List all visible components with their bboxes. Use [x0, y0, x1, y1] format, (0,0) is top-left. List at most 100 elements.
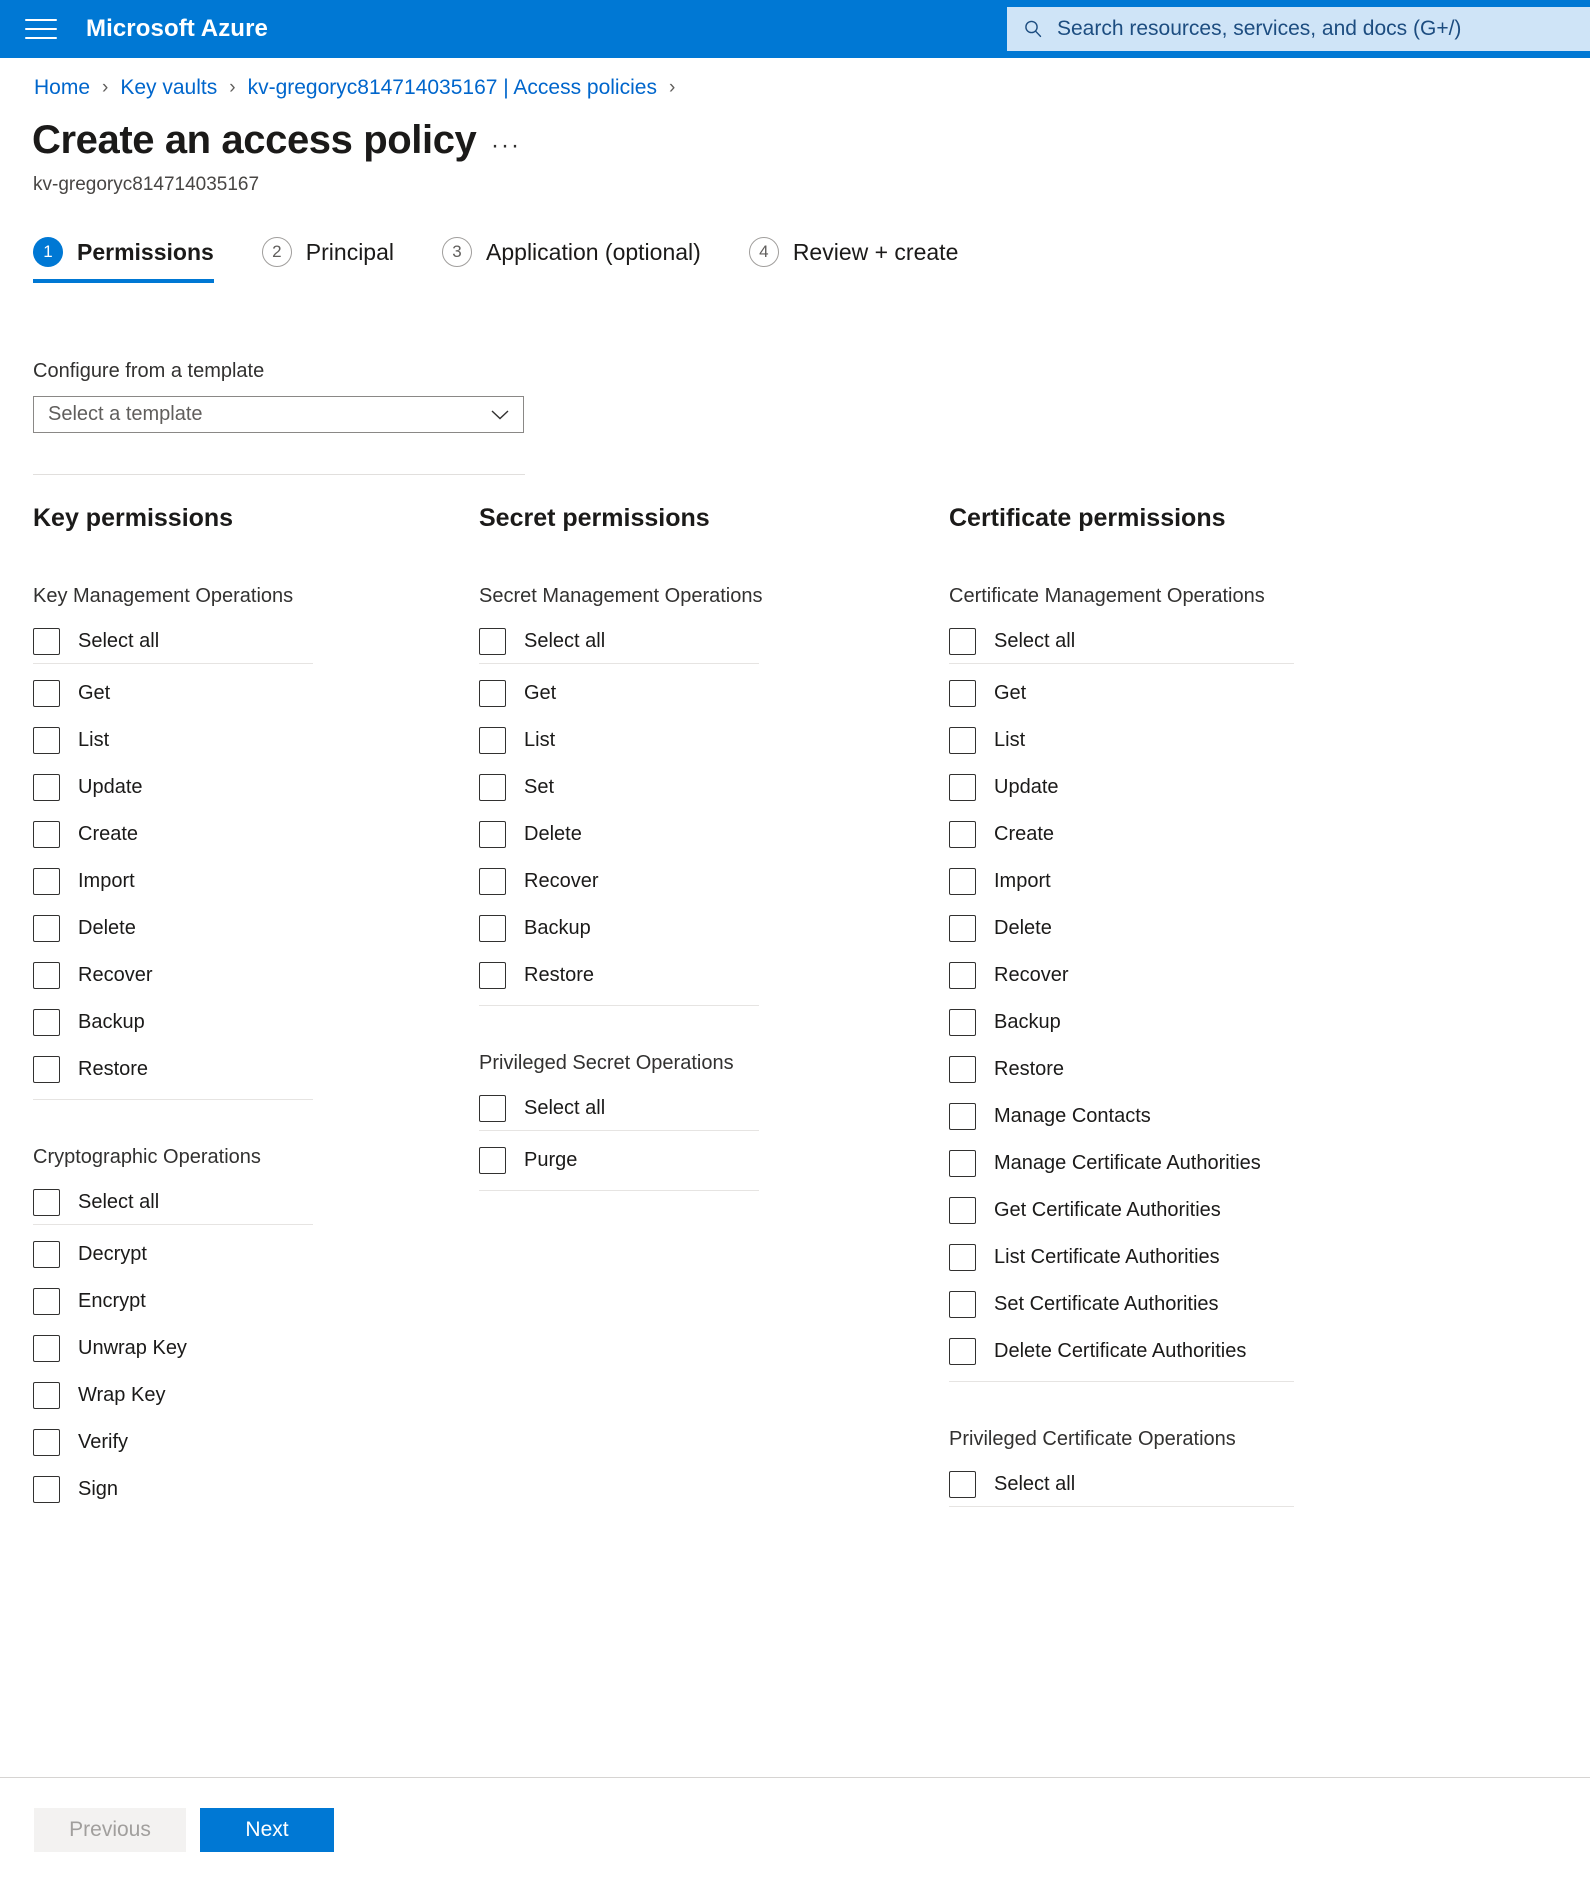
permission-checkbox-row[interactable]: Manage Certificate Authorities [949, 1140, 1389, 1187]
checkbox[interactable] [479, 962, 506, 989]
tab-permissions[interactable]: 1 Permissions [33, 237, 214, 283]
permission-checkbox-row[interactable]: Import [33, 858, 453, 905]
permission-checkbox-row[interactable]: Manage Contacts [949, 1093, 1389, 1140]
global-search-input[interactable]: Search resources, services, and docs (G+… [1007, 7, 1590, 51]
checkbox[interactable] [479, 868, 506, 895]
permission-checkbox-row[interactable]: Purge [479, 1137, 899, 1184]
hamburger-icon[interactable] [24, 16, 58, 42]
checkbox[interactable] [949, 727, 976, 754]
checkbox[interactable] [949, 1471, 976, 1498]
checkbox[interactable] [33, 1056, 60, 1083]
checkbox[interactable] [479, 774, 506, 801]
checkbox[interactable] [33, 1241, 60, 1268]
permission-checkbox-row[interactable]: Sign [33, 1466, 453, 1513]
checkbox[interactable] [949, 1009, 976, 1036]
checkbox[interactable] [33, 868, 60, 895]
select-all-checkbox-row[interactable]: Select all [33, 620, 453, 663]
permission-checkbox-row[interactable]: Recover [479, 858, 899, 905]
permission-checkbox-row[interactable]: Decrypt [33, 1231, 453, 1278]
permissions-scroll-area[interactable]: Key permissions Key Management Operation… [0, 504, 1590, 1777]
permission-checkbox-row[interactable]: Backup [33, 999, 453, 1046]
permission-checkbox-row[interactable]: List [33, 717, 453, 764]
checkbox[interactable] [949, 821, 976, 848]
checkbox[interactable] [479, 680, 506, 707]
breadcrumb-item-access-policies[interactable]: kv-gregoryc814714035167 | Access policie… [248, 76, 657, 100]
checkbox[interactable] [33, 628, 60, 655]
permission-checkbox-row[interactable]: Update [949, 764, 1389, 811]
permission-checkbox-row[interactable]: Delete [33, 905, 453, 952]
checkbox[interactable] [479, 727, 506, 754]
checkbox[interactable] [949, 962, 976, 989]
permission-checkbox-row[interactable]: Get [949, 670, 1389, 717]
checkbox[interactable] [33, 1476, 60, 1503]
more-options-icon[interactable]: ··· [491, 132, 521, 160]
checkbox[interactable] [33, 1382, 60, 1409]
breadcrumb-item-key-vaults[interactable]: Key vaults [120, 76, 217, 100]
permission-checkbox-row[interactable]: Get Certificate Authorities [949, 1187, 1389, 1234]
checkbox[interactable] [949, 868, 976, 895]
permission-checkbox-row[interactable]: Create [33, 811, 453, 858]
permission-checkbox-row[interactable]: Delete [479, 811, 899, 858]
select-all-checkbox-row[interactable]: Select all [949, 1463, 1389, 1506]
checkbox[interactable] [33, 821, 60, 848]
checkbox[interactable] [33, 727, 60, 754]
azure-brand-logo[interactable]: Microsoft Azure [86, 15, 268, 43]
breadcrumb-item-home[interactable]: Home [34, 76, 90, 100]
checkbox[interactable] [949, 1197, 976, 1224]
permission-checkbox-row[interactable]: Backup [949, 999, 1389, 1046]
checkbox[interactable] [33, 1288, 60, 1315]
checkbox[interactable] [33, 1009, 60, 1036]
permission-checkbox-row[interactable]: List [479, 717, 899, 764]
permission-checkbox-row[interactable]: Verify [33, 1419, 453, 1466]
permission-checkbox-row[interactable]: Update [33, 764, 453, 811]
permission-checkbox-row[interactable]: Set Certificate Authorities [949, 1281, 1389, 1328]
permission-checkbox-row[interactable]: List Certificate Authorities [949, 1234, 1389, 1281]
checkbox[interactable] [949, 680, 976, 707]
checkbox[interactable] [33, 774, 60, 801]
checkbox[interactable] [949, 1056, 976, 1083]
checkbox[interactable] [949, 1244, 976, 1271]
permission-checkbox-row[interactable]: Create [949, 811, 1389, 858]
checkbox[interactable] [479, 628, 506, 655]
select-all-checkbox-row[interactable]: Select all [479, 620, 899, 663]
tab-principal[interactable]: 2 Principal [261, 237, 394, 283]
checkbox[interactable] [33, 1335, 60, 1362]
checkbox[interactable] [479, 915, 506, 942]
select-all-checkbox-row[interactable]: Select all [33, 1181, 453, 1224]
permission-checkbox-row[interactable]: Delete Certificate Authorities [949, 1328, 1389, 1375]
permission-checkbox-row[interactable]: Restore [479, 952, 899, 999]
checkbox[interactable] [949, 915, 976, 942]
checkbox[interactable] [33, 962, 60, 989]
permission-checkbox-row[interactable]: Unwrap Key [33, 1325, 453, 1372]
checkbox[interactable] [479, 1147, 506, 1174]
checkbox[interactable] [33, 1429, 60, 1456]
checkbox[interactable] [479, 1095, 506, 1122]
checkbox[interactable] [949, 1338, 976, 1365]
permission-checkbox-row[interactable]: Get [479, 670, 899, 717]
permission-checkbox-row[interactable]: Restore [33, 1046, 453, 1093]
tab-review-create[interactable]: 4 Review + create [748, 237, 958, 283]
permission-checkbox-row[interactable]: Restore [949, 1046, 1389, 1093]
permission-checkbox-row[interactable]: Set [479, 764, 899, 811]
permission-checkbox-row[interactable]: Recover [949, 952, 1389, 999]
checkbox[interactable] [949, 1291, 976, 1318]
select-all-checkbox-row[interactable]: Select all [479, 1087, 899, 1130]
permission-checkbox-row[interactable]: Import [949, 858, 1389, 905]
permission-checkbox-row[interactable]: Recover [33, 952, 453, 999]
checkbox[interactable] [949, 1150, 976, 1177]
checkbox[interactable] [479, 821, 506, 848]
permission-checkbox-row[interactable]: Backup [479, 905, 899, 952]
template-dropdown[interactable]: Select a template [33, 396, 524, 433]
checkbox[interactable] [33, 680, 60, 707]
checkbox[interactable] [949, 1103, 976, 1130]
select-all-checkbox-row[interactable]: Select all [949, 620, 1389, 663]
checkbox[interactable] [949, 774, 976, 801]
permission-checkbox-row[interactable]: Wrap Key [33, 1372, 453, 1419]
permission-checkbox-row[interactable]: Encrypt [33, 1278, 453, 1325]
checkbox[interactable] [33, 915, 60, 942]
permission-checkbox-row[interactable]: Get [33, 670, 453, 717]
next-button[interactable]: Next [200, 1808, 334, 1852]
checkbox[interactable] [949, 628, 976, 655]
permission-checkbox-row[interactable]: List [949, 717, 1389, 764]
checkbox[interactable] [33, 1189, 60, 1216]
